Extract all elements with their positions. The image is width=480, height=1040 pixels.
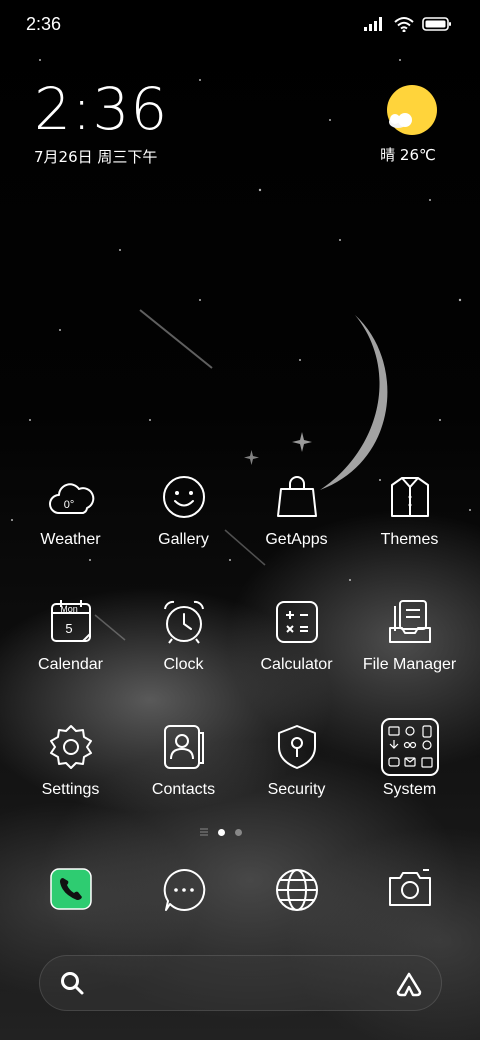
search-icon[interactable] xyxy=(60,971,86,997)
app-weather[interactable]: 0° Weather xyxy=(14,473,127,549)
page-dot-active[interactable] xyxy=(218,828,225,836)
clock-icon xyxy=(163,600,204,644)
messaging-icon xyxy=(163,868,205,911)
app-contacts[interactable]: Contacts xyxy=(127,723,240,799)
app-settings[interactable]: Settings xyxy=(14,723,127,799)
status-time: 2:36 xyxy=(26,14,62,34)
page-dot-inactive[interactable] xyxy=(235,828,242,836)
app-label-file-manager: File Manager xyxy=(362,656,457,673)
dock-phone[interactable] xyxy=(14,868,127,910)
weather-temp: 晴 26℃ xyxy=(380,146,436,164)
battery-icon xyxy=(422,17,451,31)
app-calculator[interactable]: Calculator xyxy=(240,598,353,674)
app-file-manager[interactable]: File Manager xyxy=(353,598,466,674)
app-label-weather: Weather xyxy=(40,531,101,548)
browser-icon xyxy=(275,869,318,911)
app-label-security: Security xyxy=(267,781,326,798)
assistant-icon[interactable] xyxy=(395,970,423,998)
calendar-icon: Mon 5 xyxy=(50,600,91,642)
status-bar: 2:36 xyxy=(0,0,480,50)
settings-icon xyxy=(49,725,92,769)
app-calendar[interactable]: Mon 5 Calendar xyxy=(14,598,127,674)
search-bar[interactable] xyxy=(39,955,442,1011)
file-manager-icon xyxy=(388,600,431,643)
app-label-calendar: Calendar xyxy=(38,656,103,673)
weather-icon: 0° xyxy=(48,483,94,514)
sunny-cloud-icon xyxy=(386,84,438,136)
app-label-calculator: Calculator xyxy=(260,656,333,673)
calculator-icon xyxy=(275,601,318,643)
system-folder-icon xyxy=(380,718,439,776)
page-indicator[interactable] xyxy=(200,828,242,836)
widget-date: 7月26日 周三下午 xyxy=(34,148,158,166)
widget-time: 2:36 xyxy=(34,75,169,143)
app-label-gallery: Gallery xyxy=(158,531,209,548)
contacts-icon xyxy=(163,725,204,769)
app-gallery[interactable]: Gallery xyxy=(127,473,240,549)
app-label-getapps: GetApps xyxy=(265,531,328,548)
getapps-icon xyxy=(276,476,317,517)
calendar-icon-day: Mon xyxy=(60,604,78,614)
dock-camera[interactable] xyxy=(353,868,466,908)
app-label-system: System xyxy=(382,781,437,798)
dock xyxy=(14,868,466,918)
dock-browser[interactable] xyxy=(240,868,353,912)
app-label-themes: Themes xyxy=(380,531,439,548)
wifi-icon xyxy=(394,17,414,32)
phone-icon xyxy=(49,868,92,910)
clock-widget[interactable]: 2:36 7月26日 周三下午 xyxy=(34,78,168,167)
app-label-settings: Settings xyxy=(41,781,100,798)
weather-icon-temp: 0° xyxy=(63,499,74,511)
camera-icon xyxy=(388,869,431,906)
app-clock[interactable]: Clock xyxy=(127,598,240,674)
app-label-clock: Clock xyxy=(163,656,204,673)
themes-icon xyxy=(390,477,429,517)
security-icon xyxy=(277,725,316,769)
signal-icon xyxy=(364,17,382,31)
calendar-icon-date: 5 xyxy=(65,621,72,636)
menu-lines-icon xyxy=(200,828,208,836)
app-themes[interactable]: Themes xyxy=(353,473,466,549)
dock-messaging[interactable] xyxy=(127,868,240,912)
weather-widget[interactable]: 晴 26℃ xyxy=(372,84,444,165)
gallery-icon xyxy=(162,476,205,518)
app-label-contacts: Contacts xyxy=(151,781,216,798)
app-getapps[interactable]: GetApps xyxy=(240,473,353,549)
app-system-folder[interactable]: System xyxy=(353,718,466,799)
app-security[interactable]: Security xyxy=(240,723,353,799)
